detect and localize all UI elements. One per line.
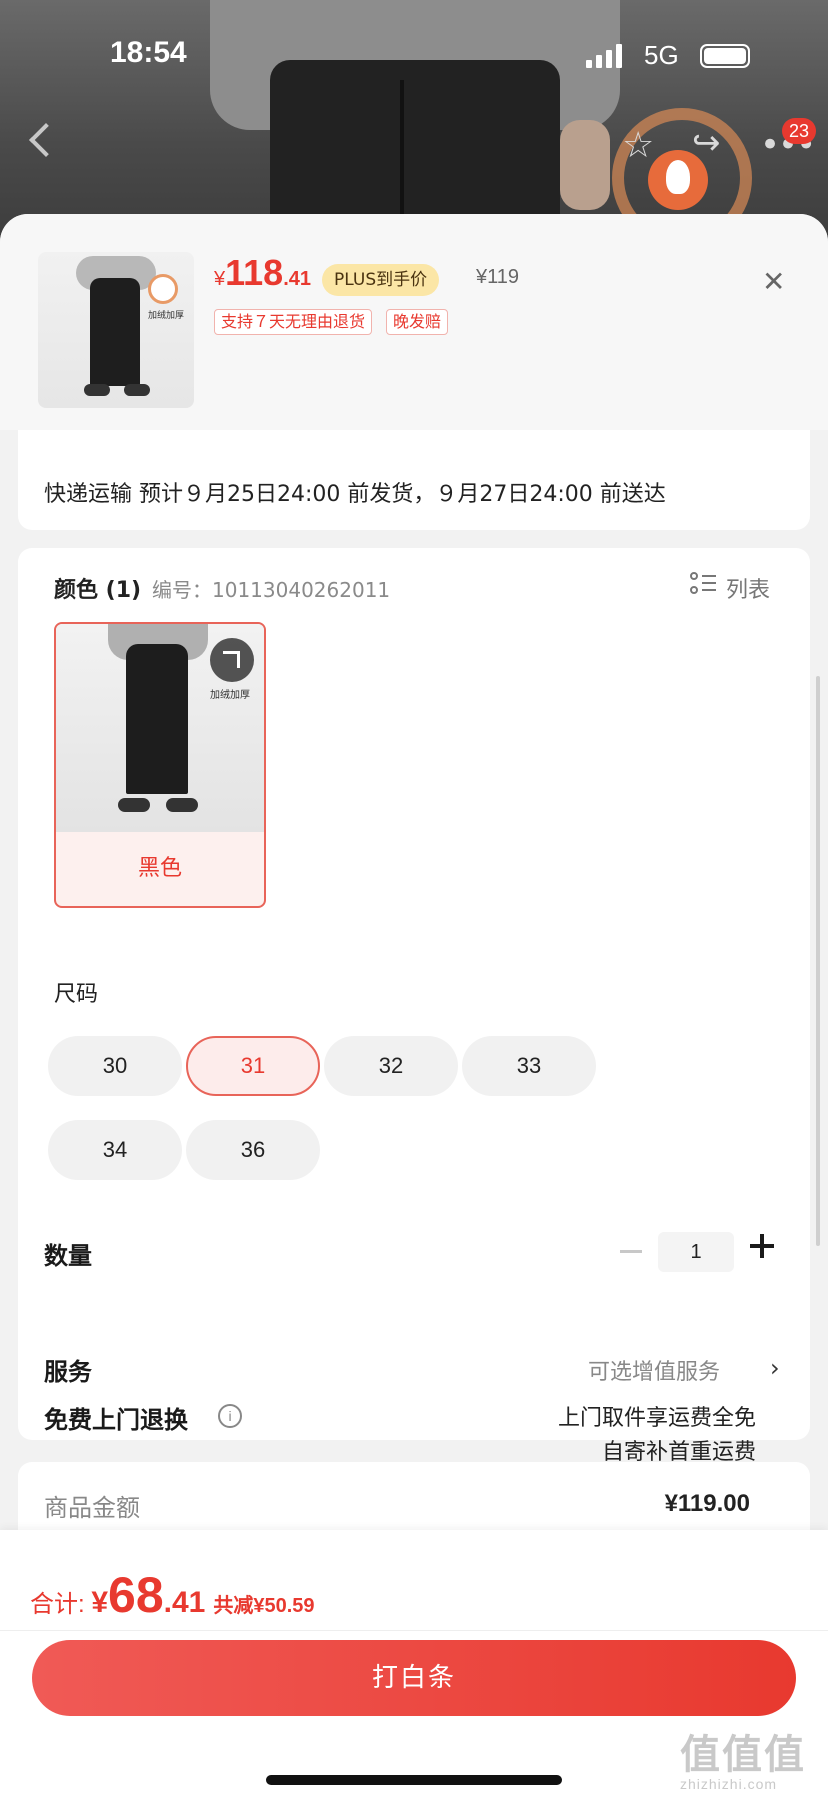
quantity-label: 数量 (44, 1242, 92, 1270)
checkout-bar: 合计: ¥68.41 共减¥50.59 打白条 值值值 zhizhizhi.com (0, 1530, 828, 1795)
quantity-input[interactable]: 1 (658, 1232, 734, 1272)
battery-icon (700, 44, 750, 68)
size-option-36[interactable]: 36 (186, 1120, 320, 1180)
free-return-label: 免费上门退换 (44, 1406, 188, 1434)
original-price: ¥119 (476, 266, 520, 288)
share-icon[interactable]: ↪ (692, 126, 721, 160)
close-icon[interactable]: ✕ (762, 268, 785, 296)
color-option-badge: 加绒加厚 (210, 690, 250, 701)
free-return-desc-1: 上门取件享运费全免 (557, 1406, 756, 1431)
return-policy-tag: 支持７天无理由退货 (214, 309, 373, 335)
home-indicator[interactable] (266, 1775, 562, 1785)
list-view-toggle[interactable]: 列表 (726, 572, 770, 604)
sheet-header: 加绒加厚 ¥118.41 PLUS到手价 ¥119 ✕ 支持７天无理由退货 晚发… (0, 214, 828, 430)
spec-card: 颜色 (1) 编号：10113040262011 列表 加绒加厚 黑色 尺码 3… (18, 548, 810, 1465)
thumb-badge-icon (148, 274, 178, 304)
quantity-decrease-button[interactable] (620, 1250, 642, 1253)
watermark-logo: 值值值 zhizhizhi.com (680, 1733, 806, 1792)
divider (0, 1630, 828, 1631)
chevron-right-icon[interactable]: › (770, 1356, 780, 1380)
goods-amount-value: ¥119.00 (664, 1490, 750, 1517)
message-count-badge: 23 (782, 118, 816, 144)
late-delivery-tag: 晚发赔 (386, 309, 449, 335)
status-time: 18:54 (110, 36, 187, 69)
service-selector[interactable]: 可选增值服务 (588, 1354, 720, 1386)
size-option-30[interactable]: 30 (48, 1036, 182, 1096)
status-bar: 18:54 5G (0, 36, 828, 76)
size-option-31[interactable]: 31 (186, 1036, 320, 1096)
size-label: 尺码 (54, 982, 99, 1007)
color-option-name: 黑色 (137, 856, 182, 881)
product-thumbnail[interactable]: 加绒加厚 (38, 252, 194, 408)
shipping-estimate: 快递运输 预计９月25日24:00 前发货，９月27日24:00 前送达 (44, 482, 666, 507)
size-option-34[interactable]: 34 (48, 1120, 182, 1180)
total-price: 合计: ¥68.41 共减¥50.59 (30, 1567, 315, 1623)
zoom-icon[interactable] (210, 638, 254, 682)
list-view-icon[interactable] (690, 572, 716, 598)
signal-icon (586, 44, 622, 68)
color-option-black[interactable]: 加绒加厚 黑色 (54, 622, 266, 908)
color-label: 颜色 (1) (54, 578, 142, 603)
hero-model-hand (560, 120, 610, 210)
goods-amount-label: 商品金额 (44, 1494, 140, 1522)
size-option-32[interactable]: 32 (324, 1036, 458, 1096)
plus-price-badge: PLUS到手价 (322, 264, 440, 296)
network-type: 5G (644, 40, 679, 70)
info-icon[interactable]: i (218, 1404, 242, 1428)
sku-number: 编号：10113040262011 (152, 578, 391, 602)
total-saving: 共减¥50.59 (213, 1595, 315, 1617)
service-label: 服务 (44, 1358, 92, 1386)
quantity-increase-button[interactable] (750, 1234, 774, 1258)
favorite-star-icon[interactable]: ☆ (622, 128, 654, 164)
hero-model-pants (270, 60, 560, 240)
size-option-33[interactable]: 33 (462, 1036, 596, 1096)
scrollbar[interactable] (816, 676, 820, 1246)
baitiao-pay-button[interactable]: 打白条 (32, 1640, 796, 1716)
plus-price: ¥118.41 (214, 252, 312, 293)
thumb-badge-label: 加绒加厚 (148, 311, 185, 321)
